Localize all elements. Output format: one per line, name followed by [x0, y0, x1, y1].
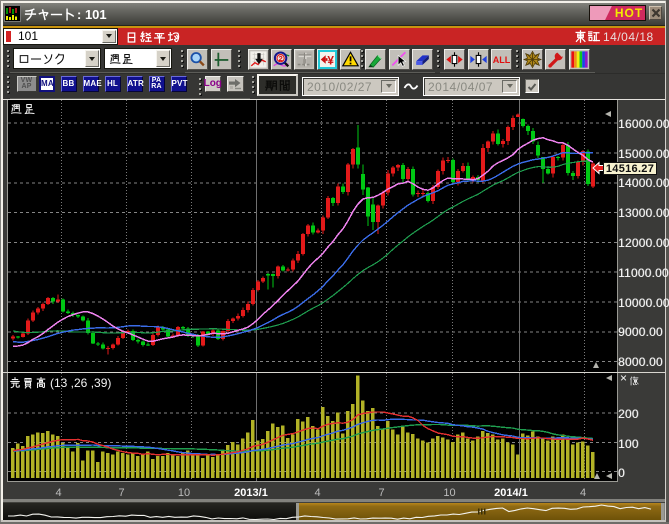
svg-text:2: 2 [278, 54, 282, 63]
svg-text:ALL: ALL [493, 55, 511, 65]
svg-text:¥: ¥ [327, 54, 334, 67]
